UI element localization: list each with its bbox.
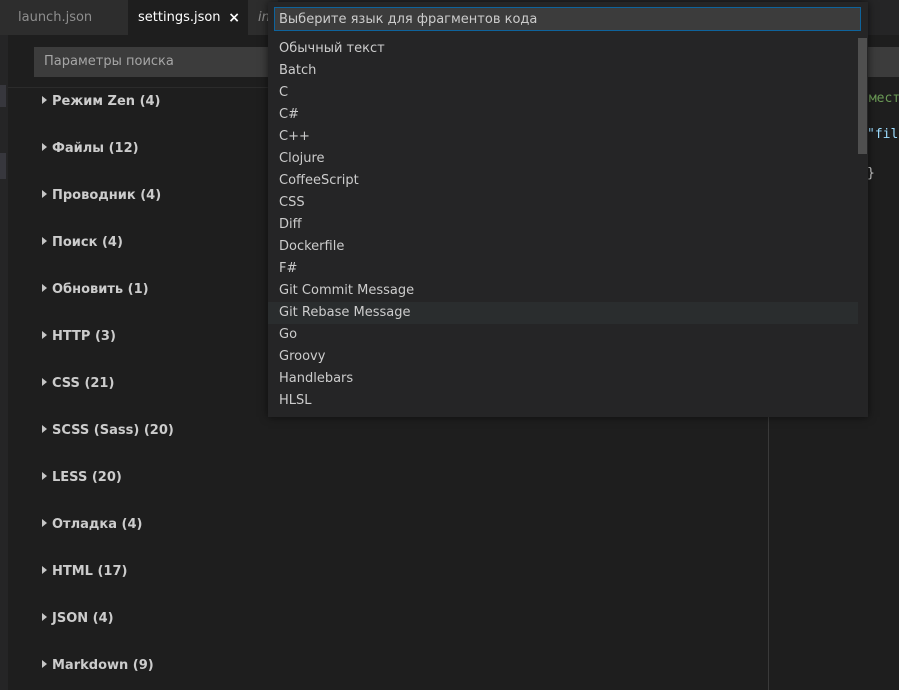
group-label: HTML (17) <box>52 564 128 579</box>
settings-search-input[interactable]: Параметры поиска <box>34 47 274 77</box>
settings-group[interactable]: HTML (17) <box>42 564 127 579</box>
quick-pick-list: Обычный текст Batch C C# C++ Clojure Cof… <box>268 38 858 412</box>
triangle-right-icon <box>42 143 47 151</box>
settings-group[interactable]: Обновить (1) <box>42 282 149 297</box>
group-label: LESS (20) <box>52 470 122 485</box>
scrollbar-thumb[interactable] <box>858 38 867 154</box>
triangle-right-icon <box>42 378 47 386</box>
group-label: Отладка (4) <box>52 517 143 532</box>
settings-group[interactable]: JSON (4) <box>42 611 114 626</box>
list-item[interactable]: C# <box>268 104 858 126</box>
list-item[interactable]: Batch <box>268 60 858 82</box>
list-item[interactable]: CSS <box>268 192 858 214</box>
group-label: CSS (21) <box>52 376 115 391</box>
group-label: Проводник (4) <box>52 188 162 203</box>
left-gutter <box>0 35 8 690</box>
language-quick-pick: Обычный текст Batch C C# C++ Clojure Cof… <box>268 2 868 417</box>
settings-group[interactable]: Проводник (4) <box>42 188 161 203</box>
list-item[interactable]: HLSL <box>268 390 858 412</box>
list-item[interactable]: F# <box>268 258 858 280</box>
settings-group[interactable]: Поиск (4) <box>42 235 123 250</box>
quick-pick-scrollbar[interactable] <box>858 38 867 412</box>
group-label: Файлы (12) <box>52 141 139 156</box>
list-item[interactable]: Clojure <box>268 148 858 170</box>
gutter-marker <box>0 153 6 179</box>
triangle-right-icon <box>42 284 47 292</box>
list-item[interactable]: Git Commit Message <box>268 280 858 302</box>
group-label: Режим Zen (4) <box>52 94 161 109</box>
code-string: "file <box>867 127 899 142</box>
gutter-marker <box>0 85 6 107</box>
group-label: Markdown (9) <box>52 658 154 673</box>
list-item[interactable]: CoffeeScript <box>268 170 858 192</box>
triangle-right-icon <box>42 425 47 433</box>
list-item[interactable]: C++ <box>268 126 858 148</box>
settings-group[interactable]: HTTP (3) <box>42 329 116 344</box>
group-label: HTTP (3) <box>52 329 116 344</box>
triangle-right-icon <box>42 613 47 621</box>
list-item[interactable]: Diff <box>268 214 858 236</box>
triangle-right-icon <box>42 519 47 527</box>
list-item[interactable]: Обычный текст <box>268 38 858 60</box>
list-item[interactable]: Dockerfile <box>268 236 858 258</box>
list-item[interactable]: Go <box>268 324 858 346</box>
triangle-right-icon <box>42 190 47 198</box>
settings-group[interactable]: SCSS (Sass) (20) <box>42 423 174 438</box>
quick-pick-input-box[interactable] <box>274 7 861 31</box>
tab-settings-json[interactable]: settings.json × <box>128 0 248 35</box>
search-placeholder: Параметры поиска <box>44 54 174 69</box>
tab-label: settings.json <box>138 10 221 25</box>
settings-group[interactable]: Файлы (12) <box>42 141 139 156</box>
settings-group[interactable]: Режим Zen (4) <box>42 94 161 109</box>
triangle-right-icon <box>42 96 47 104</box>
triangle-right-icon <box>42 660 47 668</box>
language-search-input[interactable] <box>275 8 860 30</box>
tab-label: launch.json <box>18 10 93 25</box>
list-item[interactable]: C <box>268 82 858 104</box>
tab-launch-json[interactable]: launch.json <box>0 0 128 35</box>
settings-group[interactable]: LESS (20) <box>42 470 122 485</box>
list-item[interactable]: Handlebars <box>268 368 858 390</box>
settings-group[interactable]: Отладка (4) <box>42 517 142 532</box>
list-item[interactable]: Groovy <box>268 346 858 368</box>
group-label: JSON (4) <box>52 611 114 626</box>
settings-group[interactable]: Markdown (9) <box>42 658 154 673</box>
triangle-right-icon <box>42 566 47 574</box>
list-item-hovered[interactable]: Git Rebase Message <box>268 302 858 324</box>
code-brace: } <box>867 166 875 181</box>
settings-group[interactable]: CSS (21) <box>42 376 114 391</box>
group-label: Обновить (1) <box>52 282 149 297</box>
triangle-right-icon <box>42 472 47 480</box>
triangle-right-icon <box>42 237 47 245</box>
triangle-right-icon <box>42 331 47 339</box>
close-icon[interactable]: × <box>228 0 240 36</box>
editor-search-bar <box>867 47 899 77</box>
group-label: Поиск (4) <box>52 235 123 250</box>
group-label: SCSS (Sass) (20) <box>52 423 174 438</box>
